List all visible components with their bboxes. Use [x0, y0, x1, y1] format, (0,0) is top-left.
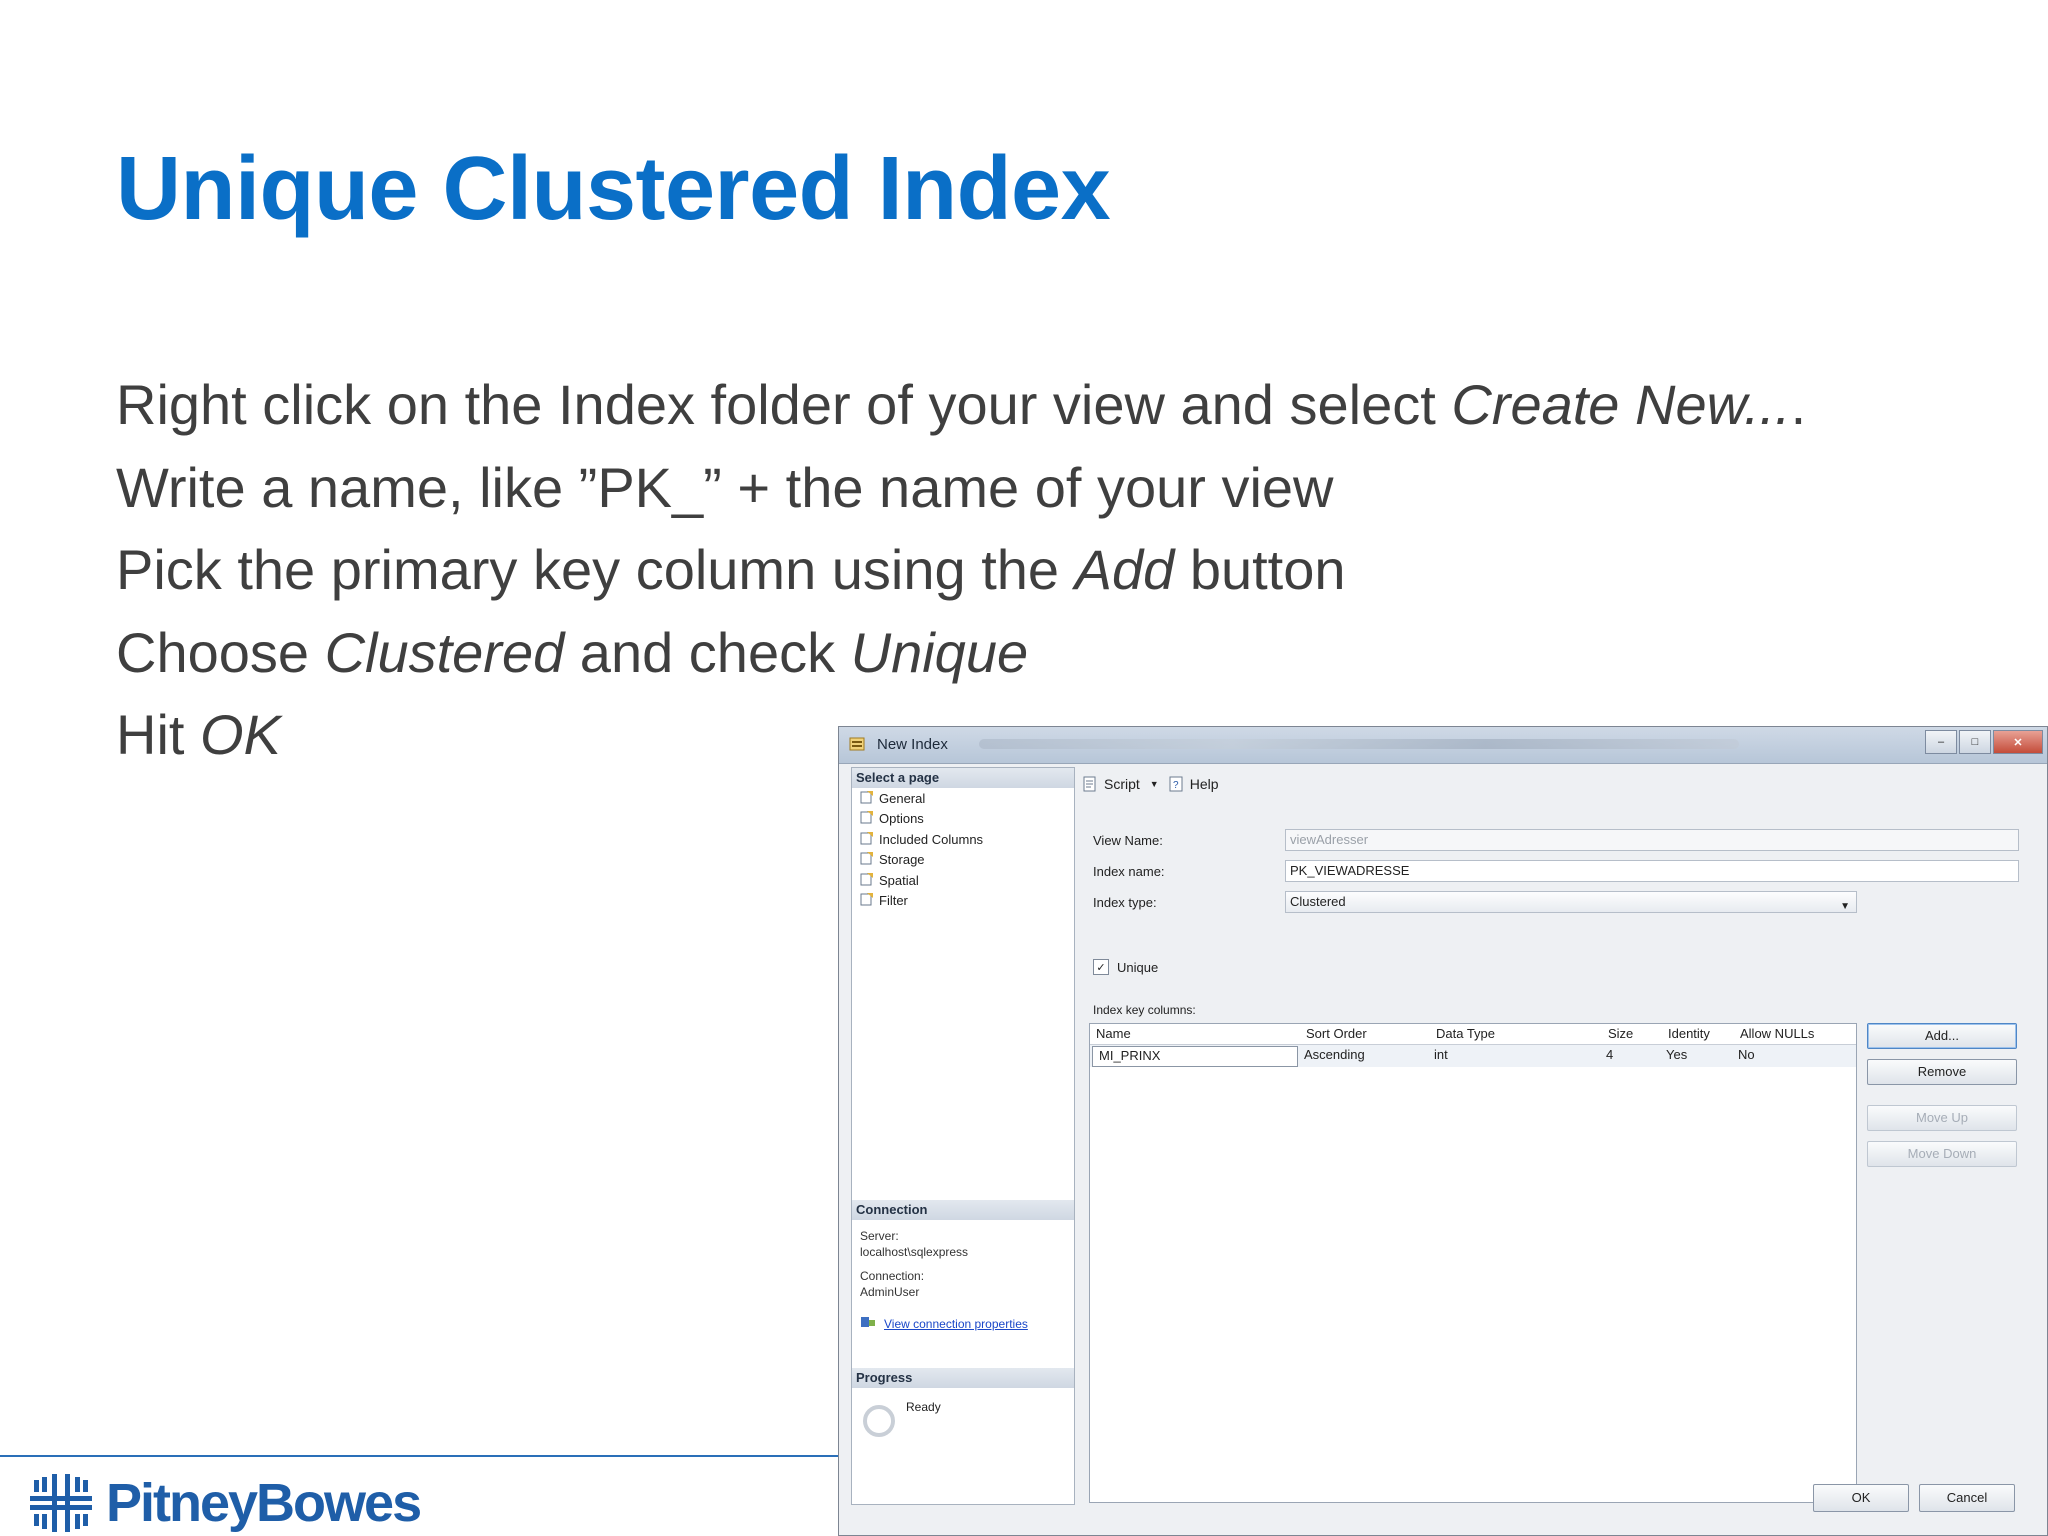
connection-properties-icon	[860, 1314, 876, 1333]
connection-label: Connection:	[860, 1269, 925, 1283]
page-icon	[860, 790, 874, 807]
dialog-titlebar[interactable]: New Index – □ ✕	[839, 727, 2047, 764]
general-page-pane: Script ▼ ? Help View Name: viewAdresser …	[1075, 767, 2035, 1503]
close-button[interactable]: ✕	[1993, 730, 2043, 754]
cancel-button[interactable]: Cancel	[1919, 1484, 2015, 1512]
view-name-label: View Name:	[1093, 833, 1163, 848]
page-item-filter[interactable]: Filter	[852, 891, 1074, 912]
unique-label: Unique	[1117, 959, 1159, 975]
connection-section: Connection Server: localhost\sqlexpress …	[852, 1200, 1074, 1333]
unique-checkbox-row[interactable]: ✓ Unique	[1093, 959, 1158, 975]
column-header[interactable]: Identity	[1662, 1024, 1734, 1044]
cell-name[interactable]: MI_PRINX	[1092, 1046, 1298, 1067]
dialog-title: New Index	[877, 736, 948, 753]
cell-identity: Yes	[1666, 1047, 1688, 1062]
table-row[interactable]: MI_PRINX Ascending int 4 Yes No	[1090, 1045, 1856, 1067]
index-name-label: Index name:	[1093, 864, 1165, 879]
index-type-label: Index type:	[1093, 895, 1157, 910]
page-item-general[interactable]: General	[852, 788, 1074, 809]
progress-section: Progress Ready	[852, 1368, 1074, 1438]
remove-button[interactable]: Remove	[1867, 1059, 2017, 1085]
new-index-icon	[849, 735, 867, 758]
dialog-toolbar: Script ▼ ? Help	[1081, 775, 1229, 793]
cell-data-type: int	[1434, 1047, 1448, 1062]
unique-checkbox[interactable]: ✓	[1093, 959, 1109, 975]
server-label: Server:	[860, 1229, 899, 1243]
new-index-dialog: New Index – □ ✕ Select a page General Op…	[838, 726, 2048, 1536]
pitney-bowes-logo: PitneyBowes	[30, 1472, 422, 1534]
index-key-columns-table: Name Sort Order Data Type Size Identity …	[1089, 1023, 1857, 1503]
table-header: Name Sort Order Data Type Size Identity …	[1090, 1024, 1856, 1045]
instruction-item: Pick the primary key column using the Ad…	[116, 538, 1346, 601]
minimize-button[interactable]: –	[1925, 730, 1957, 754]
page-icon	[860, 892, 874, 909]
page-item-storage[interactable]: Storage	[852, 850, 1074, 871]
index-key-columns-label: Index key columns:	[1093, 1003, 1196, 1017]
view-connection-properties-link[interactable]: View connection properties	[852, 1314, 1074, 1333]
script-icon	[1083, 776, 1096, 792]
page-icon	[860, 831, 874, 848]
column-header[interactable]: Sort Order	[1300, 1024, 1430, 1044]
footer-divider	[0, 1455, 850, 1457]
page-selector-pane: Select a page General Options Included C…	[851, 767, 1075, 1505]
index-type-select[interactable]: Clustered ▼	[1285, 891, 1857, 913]
instruction-item: Right click on the Index folder of your …	[116, 373, 1807, 436]
instruction-item: Choose Clustered and check Unique	[116, 620, 1029, 684]
select-page-header: Select a page	[852, 768, 1074, 788]
column-header[interactable]: Allow NULLs	[1734, 1024, 1844, 1044]
connection-value: AdminUser	[860, 1285, 920, 1299]
progress-header: Progress	[852, 1368, 1074, 1388]
add-button[interactable]: Add...	[1867, 1023, 2017, 1049]
help-button[interactable]: ? Help	[1167, 775, 1219, 793]
dropdown-arrow-icon: ▼	[1840, 901, 1850, 912]
cell-size: 4	[1606, 1047, 1614, 1062]
page-item-options[interactable]: Options	[852, 809, 1074, 830]
page-icon	[860, 810, 874, 827]
script-dropdown-icon[interactable]: ▼	[1150, 779, 1159, 789]
maximize-button[interactable]: □	[1959, 730, 1991, 754]
instruction-list: Right click on the Index folder of your …	[116, 370, 1806, 783]
column-header[interactable]: Data Type	[1430, 1024, 1602, 1044]
page-icon	[860, 851, 874, 868]
move-down-button[interactable]: Move Down	[1867, 1141, 2017, 1167]
cell-sort-order: Ascending	[1304, 1047, 1365, 1062]
progress-status: Ready	[906, 1400, 941, 1414]
blurred-window-caption	[979, 739, 1739, 749]
move-up-button[interactable]: Move Up	[1867, 1105, 2017, 1131]
cell-allow-nulls: No	[1738, 1047, 1755, 1062]
script-button[interactable]: Script	[1081, 775, 1140, 793]
ok-button[interactable]: OK	[1813, 1484, 1909, 1512]
progress-spinner-icon	[863, 1405, 895, 1437]
svg-text:?: ?	[1173, 780, 1179, 791]
index-name-field[interactable]: PK_VIEWADRESSE	[1285, 860, 2019, 882]
server-value: localhost\sqlexpress	[860, 1245, 969, 1259]
column-header[interactable]: Size	[1602, 1024, 1662, 1044]
slide-title: Unique Clustered Index	[116, 139, 1111, 239]
help-icon: ?	[1169, 776, 1183, 792]
instruction-item: Write a name, like ”PK_” + the name of y…	[116, 455, 1334, 519]
logo-wordmark: PitneyBowes	[106, 1473, 422, 1533]
column-header[interactable]: Name	[1090, 1024, 1300, 1044]
connection-header: Connection	[852, 1200, 1074, 1220]
pitney-bowes-emblem-icon	[30, 1474, 92, 1532]
view-name-field: viewAdresser	[1285, 829, 2019, 851]
page-item-spatial[interactable]: Spatial	[852, 870, 1074, 891]
page-item-included-columns[interactable]: Included Columns	[852, 829, 1074, 850]
page-icon	[860, 872, 874, 889]
